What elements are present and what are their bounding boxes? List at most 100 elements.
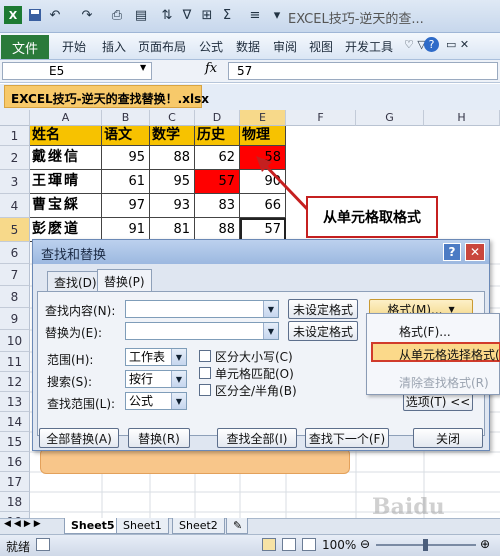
search-dropdown-icon[interactable]: ▼ (171, 371, 186, 387)
row-header[interactable]: 16 (0, 452, 30, 472)
sum-icon[interactable]: Σ (218, 6, 236, 24)
normal-view-icon[interactable] (262, 538, 276, 551)
close-button[interactable]: 关闭 (413, 428, 483, 448)
window-controls-icon[interactable]: ▭ ✕ (446, 38, 469, 51)
sheet-tab-sheet5[interactable]: Sheet5 (64, 518, 122, 534)
column-header[interactable]: A (30, 110, 102, 126)
tab-find[interactable]: 查找(D) (47, 271, 104, 293)
table-cell[interactable]: 95 (102, 146, 150, 170)
table-cell[interactable]: 王琿晴 (30, 170, 102, 194)
minimize-ribbon-icon[interactable]: ♡ ▽ (404, 38, 426, 51)
filter-icon[interactable]: ∇ (178, 6, 196, 24)
select-all-corner[interactable] (0, 110, 30, 126)
replace-all-button[interactable]: 全部替换(A) (39, 428, 119, 448)
table-cell[interactable]: 戴继信 (30, 146, 102, 170)
row-header[interactable]: 15 (0, 432, 30, 452)
tab-data[interactable]: 数据 (236, 38, 260, 55)
print-preview-icon[interactable]: ⎙ (108, 6, 126, 24)
row-header[interactable]: 11 (0, 352, 30, 372)
zoom-out-icon[interactable]: ⊖ (360, 537, 370, 551)
name-box-dropdown-icon[interactable]: ▼ (140, 63, 146, 72)
table-cell[interactable]: 曹宝綵 (30, 194, 102, 218)
page-break-view-icon[interactable] (302, 538, 316, 551)
new-sheet-icon[interactable]: ✎ (226, 518, 248, 534)
tab-formulas[interactable]: 公式 (199, 38, 223, 55)
table-cell[interactable]: 95 (150, 170, 195, 194)
menu-item-choose-from-cell[interactable]: 从单元格选择格式(C)... (371, 342, 500, 362)
redo-icon[interactable]: ↷ (78, 6, 96, 24)
column-header[interactable]: E (240, 110, 286, 126)
table-header-cell[interactable]: 数学 (150, 126, 195, 146)
table-cell[interactable]: 61 (102, 170, 150, 194)
table-header-cell[interactable]: 物理 (240, 126, 286, 146)
table-cell[interactable]: 62 (195, 146, 240, 170)
zoom-level[interactable]: 100% (322, 538, 356, 552)
row-header[interactable]: 8 (0, 286, 30, 308)
row-header[interactable]: 17 (0, 472, 30, 492)
close-icon[interactable]: ✕ (465, 243, 485, 261)
row-header[interactable]: 14 (0, 412, 30, 432)
row-header[interactable]: 10 (0, 330, 30, 352)
customize-qat-icon[interactable]: ▾ (268, 6, 286, 24)
sort-icon[interactable]: ⇅ (158, 6, 176, 24)
table-header-cell[interactable]: 语文 (102, 126, 150, 146)
table-cell[interactable]: 57 (195, 170, 240, 194)
lookin-dropdown-icon[interactable]: ▼ (171, 393, 186, 409)
row-header[interactable]: 7 (0, 264, 30, 286)
document-tab[interactable]: EXCEL技巧-逆天的查找替换！.xlsx (4, 85, 209, 108)
match-cell-checkbox[interactable] (199, 367, 211, 379)
insert-function-icon[interactable]: fx (205, 61, 217, 76)
tab-review[interactable]: 审阅 (273, 38, 297, 55)
match-byte-checkbox[interactable] (199, 384, 211, 396)
tab-home[interactable]: 开始 (62, 38, 86, 55)
table-header-cell[interactable]: 姓名 (30, 126, 102, 146)
help-icon[interactable]: ? (443, 243, 461, 261)
match-case-checkbox[interactable] (199, 350, 211, 362)
find-input[interactable] (125, 300, 279, 318)
row-header[interactable]: 12 (0, 372, 30, 392)
column-header[interactable]: B (102, 110, 150, 126)
borders-icon[interactable]: ⊞ (198, 6, 216, 24)
row-header[interactable]: 13 (0, 392, 30, 412)
find-history-dropdown-icon[interactable]: ▼ (263, 301, 278, 317)
zoom-slider-thumb[interactable] (423, 539, 428, 551)
tab-file[interactable]: 文件 (1, 35, 49, 59)
zoom-in-icon[interactable]: ⊕ (480, 537, 490, 551)
formula-input[interactable]: 57 (228, 62, 498, 80)
table-cell[interactable]: 97 (102, 194, 150, 218)
row-header[interactable]: 4 (0, 194, 30, 218)
find-next-button[interactable]: 查找下一个(F) (305, 428, 389, 448)
row-header[interactable]: 18 (0, 492, 30, 512)
column-header[interactable]: F (286, 110, 356, 126)
scope-dropdown-icon[interactable]: ▼ (171, 349, 186, 365)
row-header[interactable]: 5 (0, 218, 30, 242)
name-box[interactable]: E5 (2, 62, 152, 80)
align-icon[interactable]: ≡ (246, 6, 264, 24)
table-header-cell[interactable]: 历史 (195, 126, 240, 146)
column-header[interactable]: C (150, 110, 195, 126)
table-cell[interactable]: 93 (150, 194, 195, 218)
tab-view[interactable]: 视图 (309, 38, 333, 55)
menu-item-format[interactable]: 格式(F)... (399, 323, 451, 340)
save-icon[interactable] (26, 6, 44, 24)
row-header[interactable]: 6 (0, 242, 30, 264)
macro-record-icon[interactable] (36, 538, 50, 551)
find-all-button[interactable]: 查找全部(I) (217, 428, 297, 448)
replace-history-dropdown-icon[interactable]: ▼ (263, 323, 278, 339)
tab-page-layout[interactable]: 页面布局 (138, 38, 186, 55)
row-header[interactable]: 3 (0, 170, 30, 194)
row-header[interactable]: 2 (0, 146, 30, 170)
replace-button[interactable]: 替换(R) (128, 428, 190, 448)
table-cell[interactable]: 83 (195, 194, 240, 218)
sheet-tab-sheet2[interactable]: Sheet2 (172, 518, 225, 534)
row-header[interactable]: 9 (0, 308, 30, 330)
help-icon[interactable]: ? (424, 37, 439, 52)
tab-insert[interactable]: 插入 (102, 38, 126, 55)
row-header[interactable]: 1 (0, 126, 30, 146)
column-header[interactable]: D (195, 110, 240, 126)
tab-developer[interactable]: 开发工具 (345, 38, 393, 55)
undo-icon[interactable]: ↶ (46, 6, 64, 24)
page-layout-view-icon[interactable] (282, 538, 296, 551)
column-header[interactable]: G (356, 110, 424, 126)
replace-input[interactable] (125, 322, 279, 340)
